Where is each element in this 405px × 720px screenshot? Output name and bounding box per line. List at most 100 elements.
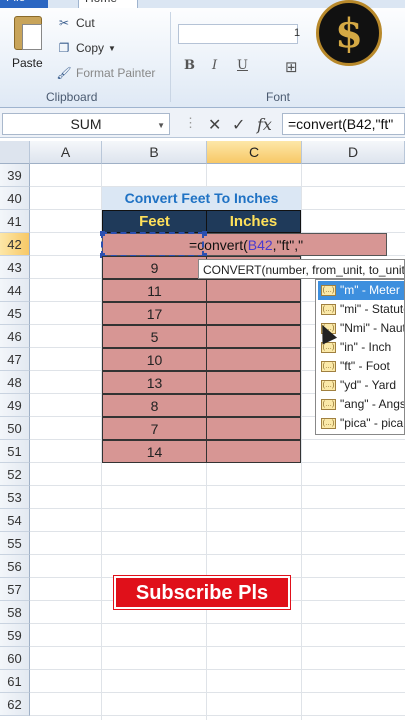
row-header-39[interactable]: 39	[0, 164, 30, 187]
inches-cell[interactable]	[206, 394, 301, 417]
row-header-53[interactable]: 53	[0, 486, 30, 509]
row-header-46[interactable]: 46	[0, 325, 30, 348]
feet-cell[interactable]: 5	[102, 325, 207, 348]
copy-dropdown-icon[interactable]: ▼	[108, 44, 116, 53]
inches-cell[interactable]	[206, 440, 301, 463]
function-tooltip[interactable]: CONVERT(number, from_unit, to_unit)	[198, 259, 405, 279]
row-header-50[interactable]: 50	[0, 417, 30, 440]
channel-logo: $	[316, 0, 382, 66]
grid-line	[30, 508, 405, 509]
row-header-45[interactable]: 45	[0, 302, 30, 325]
cancel-icon[interactable]: ✕	[208, 115, 221, 135]
tab-home[interactable]: Home	[78, 0, 138, 8]
column-header-c[interactable]: C	[207, 141, 302, 164]
unit-option-icon: (…)	[321, 361, 336, 372]
insert-function-icon[interactable]: fx	[257, 115, 272, 134]
paintbrush-icon: 🖌	[56, 66, 72, 80]
unit-option-label: "ft" - Foot	[340, 359, 390, 373]
unit-option[interactable]: (…) "mi" - Statute mile	[318, 300, 404, 319]
unit-option[interactable]: (…) "m" - Meter	[318, 281, 404, 300]
feet-cell[interactable]: 10	[102, 348, 207, 371]
unit-option-icon: (…)	[321, 380, 336, 391]
inches-cell[interactable]	[206, 417, 301, 440]
grid-line	[30, 669, 405, 670]
row-header-42[interactable]: 42	[0, 233, 30, 256]
unit-option[interactable]: (…) "pica" - pica	[318, 414, 404, 433]
bold-button[interactable]: B	[184, 58, 195, 73]
select-all-corner[interactable]	[0, 141, 30, 164]
italic-button[interactable]: I	[212, 58, 217, 73]
row-header-55[interactable]: 55	[0, 532, 30, 555]
copy-label: Copy	[76, 41, 105, 55]
row-header-56[interactable]: 56	[0, 555, 30, 578]
inches-cell[interactable]	[206, 325, 301, 348]
copy-button[interactable]: ❐ Copy ▼	[56, 41, 116, 55]
row-header-41[interactable]: 41	[0, 210, 30, 233]
unit-autocomplete-list[interactable]: (…)"m" - Meter(…)"mi" - Statute mile(…)"…	[315, 279, 405, 435]
unit-option[interactable]: (…) "ft" - Foot	[318, 357, 404, 376]
cut-label: Cut	[76, 16, 95, 30]
row-header-51[interactable]: 51	[0, 440, 30, 463]
formula-input[interactable]: =convert(B42,"ft"	[282, 113, 405, 135]
header-feet[interactable]: Feet	[102, 210, 207, 233]
header-inches[interactable]: Inches	[206, 210, 301, 233]
feet-cell[interactable]: 8	[102, 394, 207, 417]
row-header-48[interactable]: 48	[0, 371, 30, 394]
inches-cell[interactable]	[206, 371, 301, 394]
name-box[interactable]: SUM ▼	[2, 113, 170, 135]
ribbon: File Home Paste ✂ Cut ❐ Copy ▼ 🖌 Format …	[0, 0, 405, 108]
format-painter-button[interactable]: 🖌 Format Painter	[56, 66, 155, 80]
row-header-57[interactable]: 57	[0, 578, 30, 601]
column-header-b[interactable]: B	[102, 141, 207, 164]
feet-cell[interactable]: 11	[102, 279, 207, 302]
underline-button[interactable]: U	[237, 58, 248, 73]
feet-cell[interactable]: 7	[102, 417, 207, 440]
column-header-a[interactable]: A	[30, 141, 102, 164]
grid-line	[30, 531, 405, 532]
row-header-44[interactable]: 44	[0, 279, 30, 302]
row-header-54[interactable]: 54	[0, 509, 30, 532]
row-header-58[interactable]: 58	[0, 601, 30, 624]
grid-line	[30, 623, 405, 624]
scissors-icon: ✂	[58, 16, 70, 30]
feet-cell[interactable]: 9	[102, 256, 207, 279]
subscribe-banner: Subscribe Pls	[114, 576, 290, 609]
row-header-49[interactable]: 49	[0, 394, 30, 417]
row-header-61[interactable]: 61	[0, 670, 30, 693]
tab-file[interactable]: File	[0, 0, 48, 8]
unit-option-label: "pica" - pica	[340, 416, 404, 430]
column-header-d[interactable]: D	[302, 141, 405, 164]
name-box-value: SUM	[70, 116, 102, 132]
feet-cell[interactable]: 13	[102, 371, 207, 394]
row-header-47[interactable]: 47	[0, 348, 30, 371]
row-header-62[interactable]: 62	[0, 693, 30, 716]
inches-cell[interactable]	[206, 279, 301, 302]
paste-button[interactable]: Paste	[8, 14, 48, 80]
borders-icon[interactable]: ⊞	[285, 58, 298, 76]
row-header-59[interactable]: 59	[0, 624, 30, 647]
clipboard-group-label: Clipboard	[46, 90, 98, 104]
unit-option-icon: (…)	[321, 285, 336, 296]
inches-cell[interactable]	[206, 348, 301, 371]
formula-bar: SUM ▼ ⋮ ✕ ✓ fx =convert(B42,"ft"	[0, 108, 405, 138]
unit-option[interactable]: (…) "in" - Inch	[318, 338, 404, 357]
feet-cell[interactable]: 17	[102, 302, 207, 325]
name-box-dropdown-icon[interactable]: ▼	[157, 121, 165, 130]
grid-line	[30, 692, 405, 693]
font-name-box[interactable]	[178, 24, 298, 44]
row-header-43[interactable]: 43	[0, 256, 30, 279]
inches-cell[interactable]	[206, 302, 301, 325]
cut-button[interactable]: ✂ Cut	[56, 16, 95, 30]
unit-option-label: "in" - Inch	[340, 340, 392, 354]
selection-handle[interactable]	[100, 231, 105, 236]
row-header-52[interactable]: 52	[0, 463, 30, 486]
selection-handle[interactable]	[202, 231, 207, 236]
unit-option[interactable]: (…) "yd" - Yard	[318, 376, 404, 395]
row-header-60[interactable]: 60	[0, 647, 30, 670]
unit-option[interactable]: (…) "ang" - Angstrom	[318, 395, 404, 414]
feet-cell[interactable]: 14	[102, 440, 207, 463]
group-separator	[170, 12, 171, 102]
active-cell-suffix: ,"ft","	[272, 237, 304, 253]
row-header-40[interactable]: 40	[0, 187, 30, 210]
enter-icon[interactable]: ✓	[232, 115, 245, 135]
